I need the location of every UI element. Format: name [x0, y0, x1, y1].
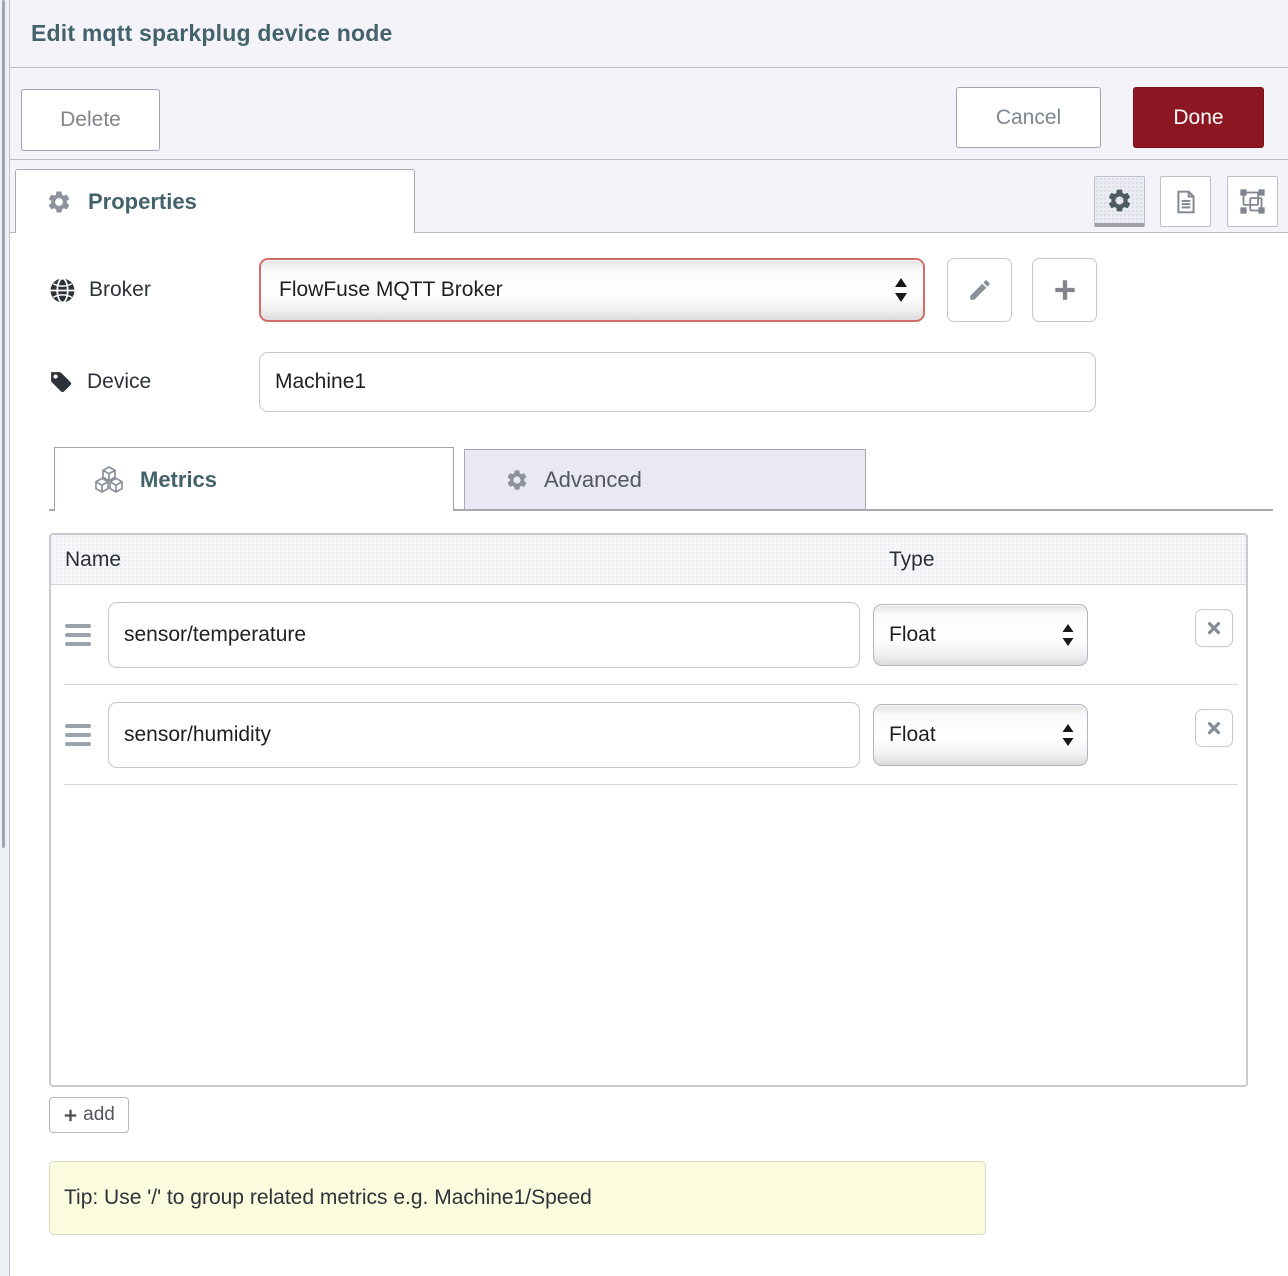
broker-select[interactable]: FlowFuse MQTT Broker — [259, 258, 925, 322]
select-stepper-icon — [893, 276, 909, 304]
cancel-button[interactable]: Cancel — [956, 87, 1101, 148]
tab-metrics-label: Metrics — [140, 467, 217, 493]
name-column-header: Name — [51, 548, 121, 572]
tab-advanced[interactable]: Advanced — [464, 449, 866, 509]
gear-icon — [1106, 187, 1133, 214]
properties-icon-button[interactable] — [1094, 176, 1145, 227]
description-icon-button[interactable] — [1160, 176, 1211, 227]
left-gutter — [0, 0, 9, 1276]
add-metric-button[interactable]: add — [49, 1097, 129, 1133]
broker-label-cell: Broker — [49, 277, 259, 304]
section-tabs: Metrics Advanced — [49, 447, 1273, 511]
type-column-header: Type — [889, 548, 935, 572]
metric-row: Float — [51, 585, 1246, 685]
type-select[interactable]: Float — [873, 704, 1088, 766]
scrollbar-thumb[interactable] — [2, 0, 5, 848]
metric-name-input[interactable] — [108, 602, 860, 668]
tip-text: Tip: Use '/' to group related metrics e.… — [64, 1186, 592, 1210]
page: Edit mqtt sparkplug device node Delete C… — [0, 0, 1288, 1276]
gear-icon — [46, 189, 72, 215]
dialog-body: Broker FlowFuse MQTT Broker — [10, 233, 1288, 1235]
globe-icon — [49, 277, 76, 304]
broker-label: Broker — [89, 278, 151, 302]
broker-row: Broker FlowFuse MQTT Broker — [49, 258, 1273, 322]
device-row: Device — [49, 352, 1273, 412]
broker-select-value: FlowFuse MQTT Broker — [279, 278, 503, 302]
tab-advanced-label: Advanced — [544, 467, 642, 493]
edit-node-dialog: Edit mqtt sparkplug device node Delete C… — [9, 0, 1288, 1276]
select-stepper-icon — [1061, 722, 1075, 748]
pencil-icon — [967, 277, 993, 303]
dialog-title: Edit mqtt sparkplug device node — [31, 20, 392, 47]
plus-icon — [63, 1108, 78, 1123]
type-select-value: Float — [889, 623, 936, 647]
drag-handle-icon[interactable] — [65, 724, 91, 746]
delete-row-button[interactable] — [1195, 609, 1233, 647]
edit-broker-button[interactable] — [947, 258, 1012, 322]
gear-icon — [505, 468, 529, 492]
cubes-icon — [93, 465, 125, 495]
done-button[interactable]: Done — [1133, 87, 1264, 148]
type-select-value: Float — [889, 723, 936, 747]
delete-row-button[interactable] — [1195, 709, 1233, 747]
plus-icon — [1051, 276, 1079, 304]
tag-icon — [49, 370, 74, 395]
add-broker-button[interactable] — [1032, 258, 1097, 322]
tab-properties[interactable]: Properties — [15, 169, 415, 233]
add-metric-label: add — [83, 1104, 115, 1126]
tip-box: Tip: Use '/' to group related metrics e.… — [49, 1161, 986, 1235]
metrics-table: Name Type Float — [49, 533, 1248, 1087]
tab-properties-label: Properties — [88, 189, 197, 215]
metric-row: Float — [51, 685, 1246, 785]
select-stepper-icon — [1061, 622, 1075, 648]
x-icon — [1206, 720, 1222, 736]
metrics-table-header: Name Type — [51, 535, 1246, 585]
appearance-icon-button[interactable] — [1227, 176, 1278, 227]
metric-name-input[interactable] — [108, 702, 860, 768]
delete-button[interactable]: Delete — [21, 89, 160, 151]
drag-handle-icon[interactable] — [65, 624, 91, 646]
device-label: Device — [87, 370, 151, 394]
editor-tabbar: Properties — [10, 160, 1288, 233]
type-select[interactable]: Float — [873, 604, 1088, 666]
tab-metrics[interactable]: Metrics — [54, 447, 454, 511]
x-icon — [1206, 620, 1222, 636]
dialog-header: Edit mqtt sparkplug device node — [10, 0, 1288, 68]
document-icon — [1173, 189, 1199, 215]
dialog-toolbar: Delete Cancel Done — [10, 68, 1288, 160]
appearance-icon — [1239, 188, 1266, 215]
device-input[interactable] — [259, 352, 1096, 412]
device-label-cell: Device — [49, 370, 259, 395]
